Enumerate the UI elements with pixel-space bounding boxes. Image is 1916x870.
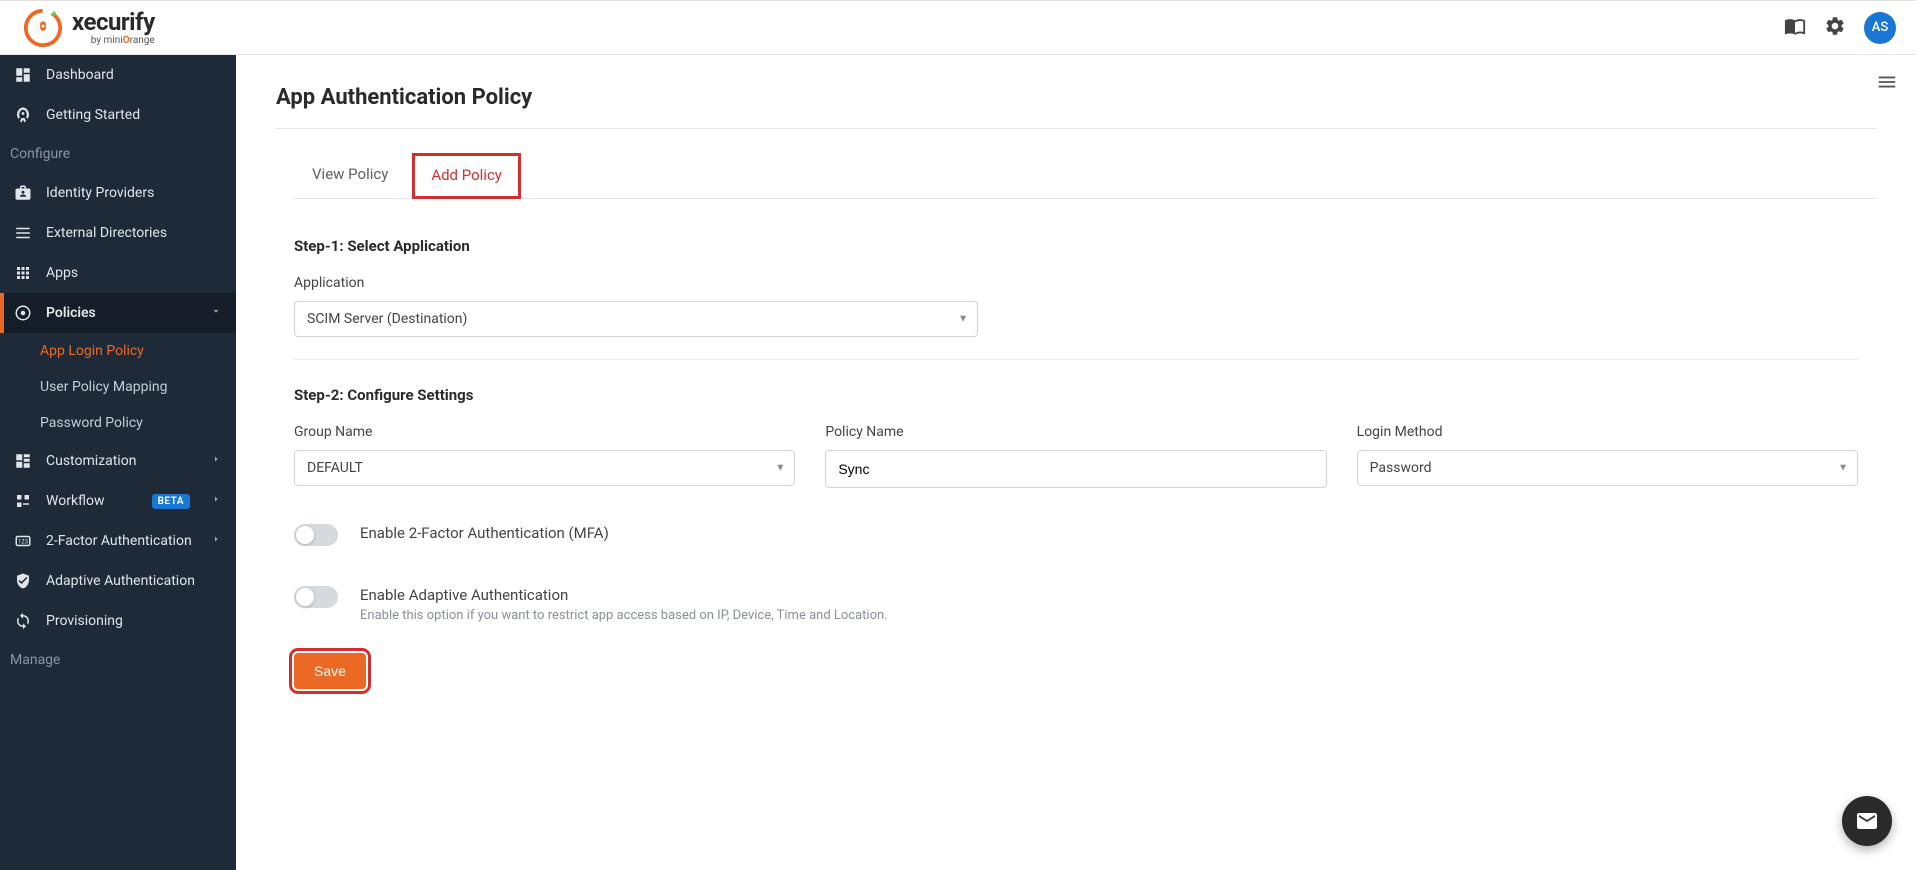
policies-icon bbox=[14, 304, 32, 322]
rocket-icon bbox=[14, 106, 32, 124]
twofa-icon: 123 bbox=[14, 532, 32, 550]
sidebar-sub-password-policy[interactable]: Password Policy bbox=[0, 405, 236, 441]
chevron-right-icon bbox=[210, 533, 222, 549]
login-method-label: Login Method bbox=[1357, 424, 1858, 440]
chat-fab[interactable] bbox=[1842, 796, 1892, 846]
login-method-value: Password bbox=[1357, 450, 1858, 486]
svg-text:123: 123 bbox=[18, 538, 28, 545]
policy-name-input[interactable] bbox=[825, 450, 1326, 488]
page-title: App Authentication Policy bbox=[276, 85, 1876, 129]
sidebar-item-workflow[interactable]: Workflow BETA bbox=[0, 481, 236, 521]
chevron-right-icon bbox=[210, 453, 222, 469]
divider bbox=[294, 359, 1858, 360]
sidebar-sub-app-login-policy[interactable]: App Login Policy bbox=[0, 333, 236, 369]
sidebar-item-dashboard[interactable]: Dashboard bbox=[0, 55, 236, 95]
step1-heading: Step-1: Select Application bbox=[294, 237, 1858, 255]
sidebar-item-label: Getting Started bbox=[46, 107, 140, 123]
adaptive-toggle[interactable] bbox=[294, 586, 338, 608]
tabs: View Policy Add Policy bbox=[294, 153, 1876, 199]
tab-add-policy[interactable]: Add Policy bbox=[412, 153, 521, 199]
sidebar-item-label: External Directories bbox=[46, 225, 167, 241]
group-name-select[interactable]: DEFAULT ▼ bbox=[294, 450, 795, 486]
save-button[interactable]: Save bbox=[294, 653, 366, 689]
sync-icon bbox=[14, 612, 32, 630]
sidebar-item-external-directories[interactable]: External Directories bbox=[0, 213, 236, 253]
sidebar-item-identity-providers[interactable]: Identity Providers bbox=[0, 173, 236, 213]
sidebar-section-configure: Configure bbox=[0, 135, 236, 173]
sidebar-sub-user-policy-mapping[interactable]: User Policy Mapping bbox=[0, 369, 236, 405]
list-icon bbox=[14, 224, 32, 242]
application-label: Application bbox=[294, 275, 1858, 291]
sidebar-item-label: Provisioning bbox=[46, 613, 123, 629]
sidebar-item-customization[interactable]: Customization bbox=[0, 441, 236, 481]
sidebar-item-label: Adaptive Authentication bbox=[46, 573, 195, 589]
application-select-value: SCIM Server (Destination) bbox=[294, 301, 978, 337]
brand-name: xecurify bbox=[72, 10, 155, 34]
mfa-toggle-label: Enable 2-Factor Authentication (MFA) bbox=[360, 524, 609, 542]
sidebar-item-2fa[interactable]: 123 2-Factor Authentication bbox=[0, 521, 236, 561]
adaptive-toggle-label: Enable Adaptive Authentication bbox=[360, 586, 888, 604]
login-method-select[interactable]: Password ▼ bbox=[1357, 450, 1858, 486]
main-content: App Authentication Policy View Policy Ad… bbox=[236, 55, 1916, 870]
brand-logo[interactable]: xecurify by miniOrange bbox=[22, 7, 155, 49]
gear-icon[interactable] bbox=[1824, 15, 1846, 41]
sidebar-item-label: Apps bbox=[46, 265, 78, 281]
dashboard-icon bbox=[14, 66, 32, 84]
step2-heading: Step-2: Configure Settings bbox=[294, 386, 1858, 404]
sidebar-item-label: Workflow bbox=[46, 493, 105, 509]
mail-icon bbox=[1855, 809, 1879, 833]
sidebar-item-provisioning[interactable]: Provisioning bbox=[0, 601, 236, 641]
application-select[interactable]: SCIM Server (Destination) ▼ bbox=[294, 301, 978, 337]
sidebar-item-label: Identity Providers bbox=[46, 185, 154, 201]
chevron-down-icon bbox=[210, 305, 222, 321]
apps-icon bbox=[14, 264, 32, 282]
sidebar-section-manage: Manage bbox=[0, 641, 236, 679]
avatar[interactable]: AS bbox=[1864, 12, 1896, 44]
logo-icon bbox=[22, 7, 64, 49]
sidebar-item-policies[interactable]: Policies bbox=[0, 293, 236, 333]
shield-icon bbox=[14, 572, 32, 590]
group-name-label: Group Name bbox=[294, 424, 795, 440]
sidebar-item-adaptive-auth[interactable]: Adaptive Authentication bbox=[0, 561, 236, 601]
topbar: xecurify by miniOrange AS bbox=[0, 1, 1916, 55]
sidebar: Dashboard Getting Started Configure Iden… bbox=[0, 55, 236, 870]
tab-view-policy[interactable]: View Policy bbox=[294, 153, 406, 199]
sidebar-item-label: Customization bbox=[46, 453, 136, 469]
sidebar-item-getting-started[interactable]: Getting Started bbox=[0, 95, 236, 135]
sidebar-item-apps[interactable]: Apps bbox=[0, 253, 236, 293]
sidebar-item-label: Dashboard bbox=[46, 67, 114, 83]
mfa-toggle[interactable] bbox=[294, 524, 338, 546]
chevron-right-icon bbox=[210, 493, 222, 509]
customize-icon bbox=[14, 452, 32, 470]
brand-subtitle: by miniOrange bbox=[72, 36, 155, 46]
sidebar-item-label: 2-Factor Authentication bbox=[46, 533, 192, 549]
policy-name-label: Policy Name bbox=[825, 424, 1326, 440]
id-icon bbox=[14, 184, 32, 202]
docs-icon[interactable] bbox=[1784, 15, 1806, 41]
workflow-icon bbox=[14, 492, 32, 510]
beta-badge: BETA bbox=[152, 494, 190, 509]
sidebar-item-label: Policies bbox=[46, 305, 96, 321]
adaptive-toggle-subtext: Enable this option if you want to restri… bbox=[360, 608, 888, 623]
group-name-value: DEFAULT bbox=[294, 450, 795, 486]
hamburger-icon[interactable] bbox=[1876, 71, 1898, 97]
